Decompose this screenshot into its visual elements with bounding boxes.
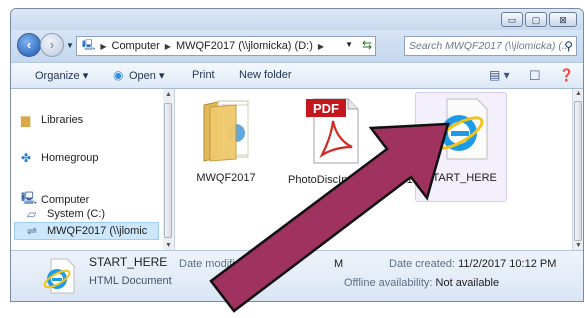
- view-options-icon[interactable]: ▤ ▾: [489, 68, 510, 82]
- preview-pane-icon[interactable]: ☐: [529, 68, 541, 84]
- date-modified-caption: Date modified:: [179, 258, 250, 270]
- details-file-name: START_HERE: [89, 255, 168, 269]
- organize-button[interactable]: Organize ▾: [35, 69, 88, 82]
- open-icon: ◉: [113, 68, 124, 82]
- help-icon[interactable]: ❓: [559, 68, 574, 82]
- explorer-window: ▭ ▢ ⊠ ‹ › ▼ 🖳 ▶ Computer ▶ MWQF2017 (\\j…: [10, 8, 584, 302]
- folder-item[interactable]: MWQF2017: [181, 95, 271, 185]
- nav-mwqf-label: MWQF2017 (\\jlomic: [47, 225, 148, 237]
- offline-availability-label: Offline availability: Not available: [344, 277, 499, 289]
- search-placeholder: Search MWQF2017 (\\jlomicka) (...: [409, 40, 571, 52]
- breadcrumb-computer[interactable]: Computer: [109, 40, 163, 52]
- scroll-up-arrow[interactable]: ▲: [165, 91, 172, 98]
- nav-computer-label: Computer: [41, 193, 90, 206]
- file-list: MWQF2017 PDF PhotoDiscInstructions2017Mi…: [175, 89, 572, 250]
- file-name: MWQF2017: [196, 172, 256, 184]
- scroll-down-arrow[interactable]: ▼: [165, 242, 172, 249]
- title-bar: ▭ ▢ ⊠: [11, 9, 583, 29]
- nav-scroll-thumb[interactable]: [164, 103, 172, 238]
- address-row: ‹ › ▼ 🖳 ▶ Computer ▶ MWQF2017 (\\jlomick…: [11, 30, 583, 62]
- command-bar: Organize ▾ ◉ Open ▾ Print New folder ▤ ▾…: [11, 62, 583, 89]
- nav-system-label: System (C:): [47, 208, 106, 220]
- offline-caption: Offline availability:: [344, 277, 433, 289]
- nav-libraries-label: Libraries: [41, 114, 84, 126]
- internet-explorer-icon: [434, 98, 488, 160]
- nav-system-drive[interactable]: ▱ System (C:): [27, 207, 105, 221]
- pdf-icon: PDF: [306, 98, 359, 164]
- size-caption: Size:: [217, 277, 242, 289]
- file-name: PhotoDiscInstructions2017Mi...: [288, 174, 440, 186]
- date-created-label: Date created: 11/2/2017 10:12 PM: [389, 258, 556, 270]
- content-scrollbar[interactable]: ▲ ▼: [572, 89, 583, 250]
- recent-pages-dropdown[interactable]: ▼: [66, 41, 74, 50]
- minimize-button[interactable]: ▭: [501, 12, 523, 27]
- computer-icon: 🖳: [82, 39, 96, 51]
- search-icon[interactable]: ⚲: [564, 37, 573, 55]
- offline-value: Not available: [435, 277, 500, 289]
- date-modified-label: Date modified: 11/2/20: [179, 258, 289, 270]
- back-button[interactable]: ‹: [17, 33, 41, 57]
- nav-homegroup[interactable]: ✤ Homegroup: [21, 151, 98, 165]
- breadcrumb-separator[interactable]: ▶: [316, 42, 326, 51]
- nav-mwqf-drive[interactable]: ⇌ MWQF2017 (\\jlomic: [14, 222, 159, 240]
- maximize-button[interactable]: ▢: [525, 12, 547, 27]
- details-pane: START_HERE HTML Document Date modified: …: [11, 250, 583, 301]
- nav-scrollbar[interactable]: ▲ ▼: [163, 89, 175, 250]
- nav-libraries[interactable]: ▆ Libraries: [21, 113, 83, 127]
- content-scroll-thumb[interactable]: [574, 101, 582, 241]
- html-file-item[interactable]: START_HERE: [415, 92, 507, 202]
- date-modified-tail: M: [334, 258, 344, 270]
- date-created-caption: Date created:: [389, 258, 456, 270]
- pdf-file-item[interactable]: PDF PhotoDiscInstructions2017Mi...: [288, 95, 440, 187]
- breadcrumb-separator[interactable]: ▶: [98, 42, 108, 51]
- date-created-value: 11/2/2017 10:12 PM: [458, 258, 557, 270]
- size-value: 2: [244, 277, 251, 289]
- print-button[interactable]: Print: [192, 69, 215, 81]
- pdf-badge-text: PDF: [313, 101, 339, 116]
- internet-explorer-icon: [43, 258, 75, 294]
- drive-icon: ▱: [27, 207, 37, 221]
- refresh-icon[interactable]: ⇆: [362, 38, 372, 52]
- address-dropdown[interactable]: ▼: [345, 40, 353, 49]
- network-drive-icon: ⇌: [27, 224, 38, 238]
- breadcrumb-separator[interactable]: ▶: [163, 42, 173, 51]
- folder-icon: [203, 100, 249, 162]
- address-bar[interactable]: 🖳 ▶ Computer ▶ MWQF2017 (\\jlomicka) (D:…: [76, 36, 376, 56]
- homegroup-icon: ✤: [21, 151, 32, 165]
- size-label: Size: 2: [217, 277, 251, 289]
- file-name: START_HERE: [425, 172, 497, 184]
- close-button[interactable]: ⊠: [549, 12, 577, 27]
- details-file-type: HTML Document: [89, 275, 172, 287]
- forward-button[interactable]: ›: [40, 33, 64, 57]
- scroll-down-arrow[interactable]: ▼: [575, 242, 582, 249]
- scroll-up-arrow[interactable]: ▲: [575, 90, 582, 97]
- open-button[interactable]: Open ▾: [129, 69, 165, 82]
- libraries-icon: ▆: [21, 113, 31, 127]
- search-input[interactable]: Search MWQF2017 (\\jlomicka) (... ⚲: [404, 36, 577, 56]
- nav-homegroup-label: Homegroup: [41, 152, 99, 164]
- breadcrumb-drive[interactable]: MWQF2017 (\\jlomicka) (D:): [173, 40, 316, 52]
- navigation-pane: ▆ Libraries ✤ Homegroup 🖳 Computer ▱ Sys…: [11, 89, 164, 250]
- date-modified-value: 11/2/20: [253, 258, 289, 270]
- new-folder-button[interactable]: New folder: [239, 69, 292, 81]
